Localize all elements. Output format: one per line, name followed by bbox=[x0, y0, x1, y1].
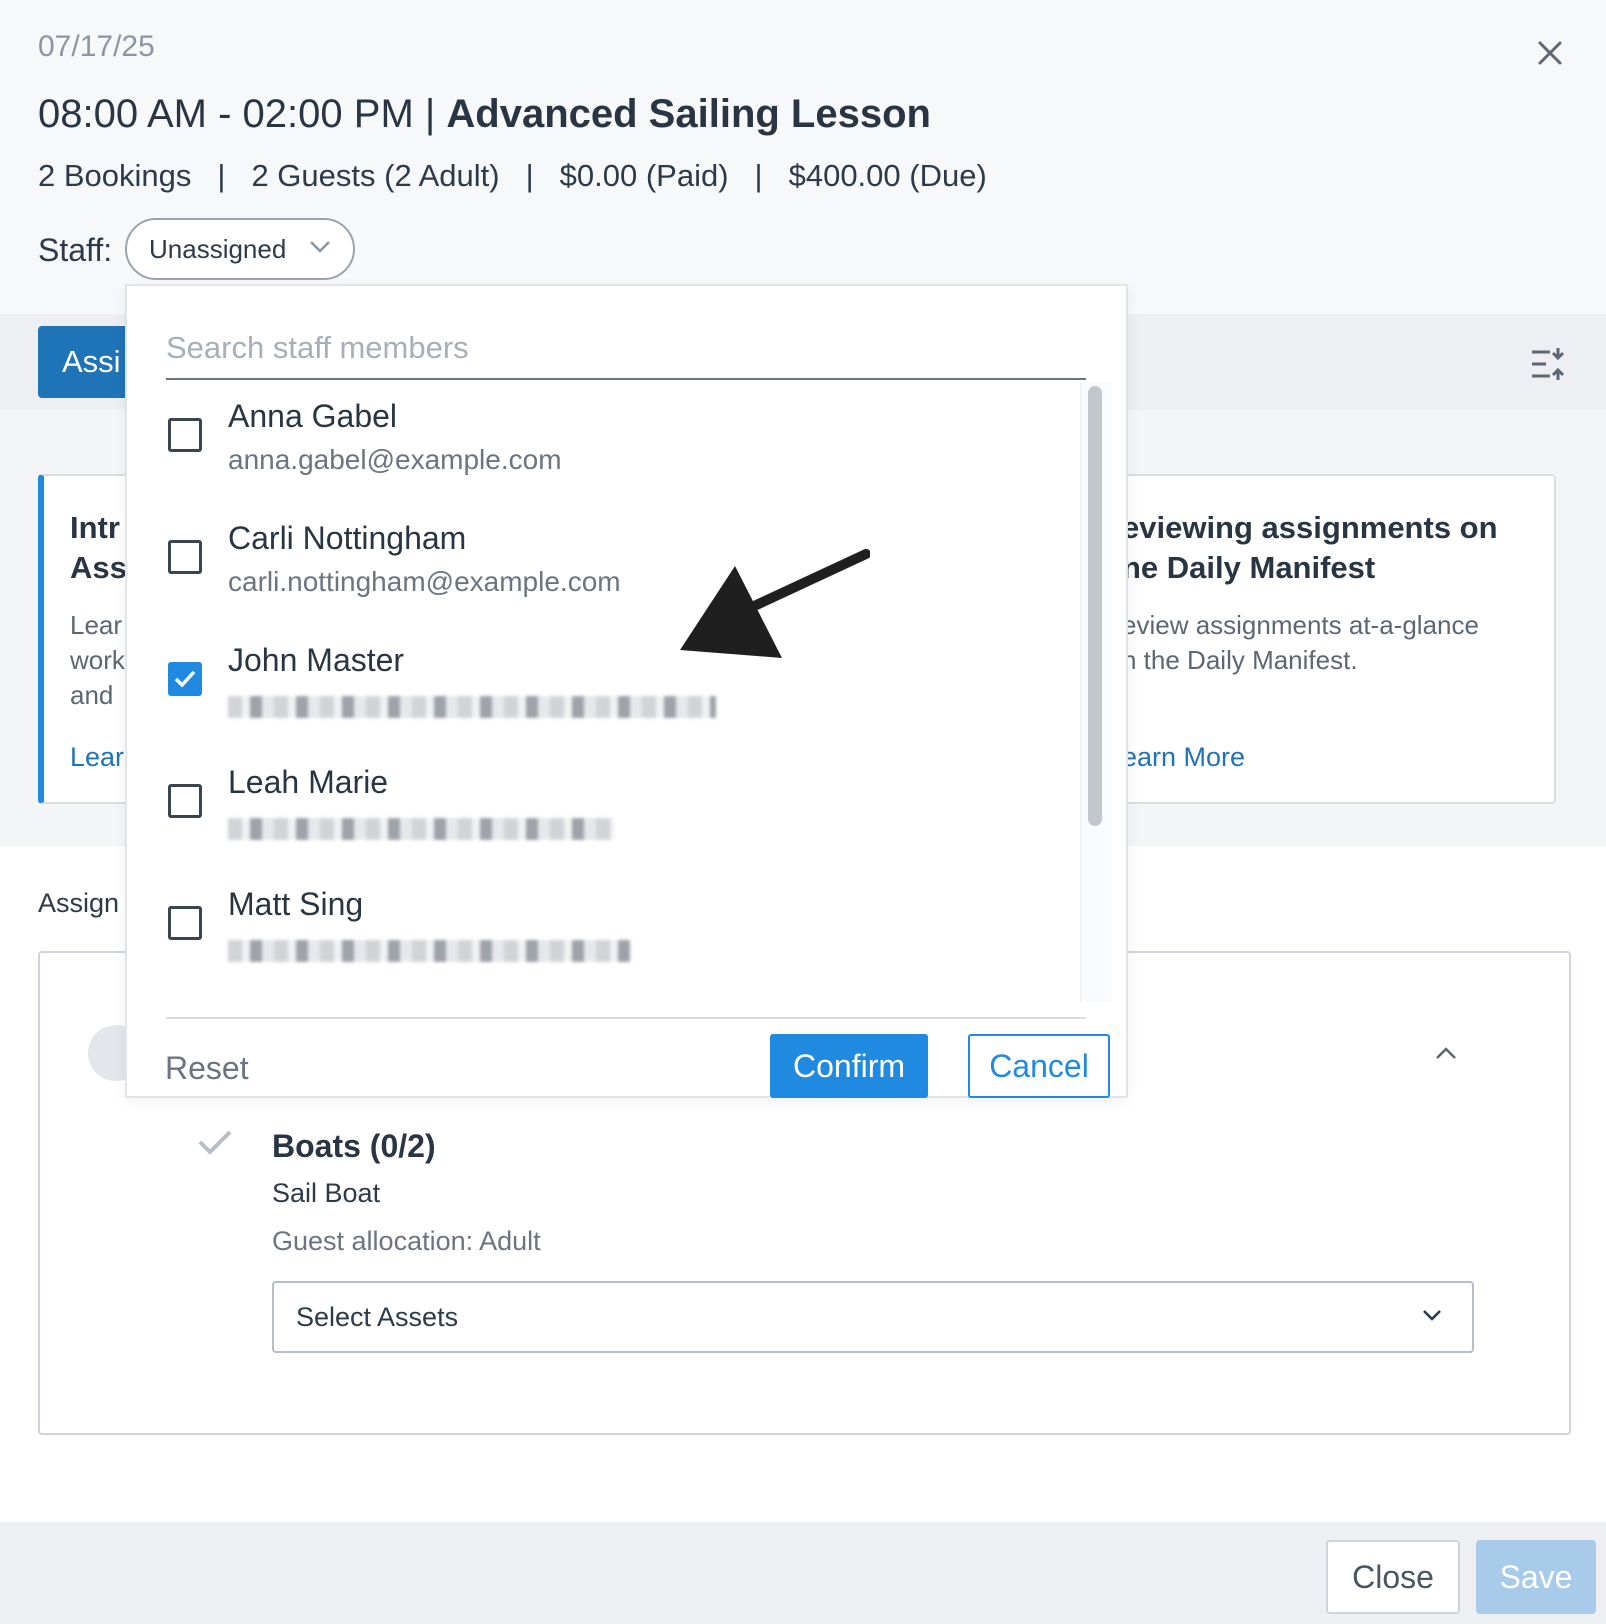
staff-option-matt-sing[interactable]: Matt Sing bbox=[166, 886, 1066, 1016]
boats-title: Boats (0/2) bbox=[272, 1128, 436, 1164]
staff-email: carli.nottingham@example.com bbox=[228, 566, 621, 597]
scrollbar-thumb[interactable] bbox=[1088, 386, 1102, 826]
dropdown-divider bbox=[166, 1017, 1086, 1019]
chevron-up-icon[interactable] bbox=[1435, 1046, 1457, 1060]
staff-option-leah-marie[interactable]: Leah Marie bbox=[166, 764, 1066, 894]
stats-separator: | bbox=[525, 158, 534, 193]
checkmark-icon bbox=[174, 670, 196, 688]
intro-card-learn-more-link[interactable]: Lear bbox=[70, 742, 124, 773]
guests-count: 2 Guests (2 Adult) bbox=[251, 158, 500, 193]
close-button[interactable]: Close bbox=[1326, 1540, 1460, 1614]
select-assets-placeholder: Select Assets bbox=[296, 1301, 459, 1332]
collapse-all-icon[interactable] bbox=[1530, 346, 1566, 382]
manifest-card-desc-line1: eview assignments at-a-glance bbox=[1122, 610, 1479, 640]
staff-option-john-master[interactable]: John Master bbox=[166, 642, 1066, 772]
reset-button[interactable]: Reset bbox=[165, 1050, 249, 1087]
checkbox[interactable] bbox=[168, 540, 202, 574]
chevron-down-icon bbox=[1423, 1310, 1441, 1321]
staff-email: anna.gabel@example.com bbox=[228, 444, 562, 475]
checkbox-checked[interactable] bbox=[168, 662, 202, 696]
save-button[interactable]: Save bbox=[1476, 1540, 1596, 1614]
confirm-button[interactable]: Confirm bbox=[770, 1034, 928, 1098]
intro-card-title-line1: Intr bbox=[70, 510, 120, 545]
event-name: Advanced Sailing Lesson bbox=[446, 92, 931, 136]
staff-name: Matt Sing bbox=[228, 886, 364, 922]
staff-select[interactable]: Unassigned bbox=[125, 218, 355, 280]
guest-allocation: Guest allocation: Adult bbox=[272, 1226, 541, 1256]
manifest-card-title-line1: eviewing assignments on bbox=[1122, 510, 1498, 545]
stats-separator: | bbox=[217, 158, 226, 193]
manifest-card-desc-line2: n the Daily Manifest. bbox=[1122, 645, 1358, 675]
staff-search-input[interactable] bbox=[166, 318, 1086, 380]
intro-card-desc-line2: work bbox=[70, 645, 125, 675]
cancel-button[interactable]: Cancel bbox=[968, 1034, 1110, 1098]
event-date: 07/17/25 bbox=[38, 30, 155, 63]
redacted-email bbox=[228, 940, 630, 962]
event-stats: 2 Bookings | 2 Guests (2 Adult) | $0.00 … bbox=[38, 158, 987, 194]
close-icon[interactable] bbox=[1532, 35, 1568, 71]
assignments-label: Assign bbox=[38, 888, 120, 918]
event-time-range: 08:00 AM - 02:00 PM | bbox=[38, 92, 447, 136]
checkbox[interactable] bbox=[168, 784, 202, 818]
checkmark-icon bbox=[198, 1130, 232, 1155]
staff-option-anna-gabel[interactable]: Anna Gabel anna.gabel@example.com bbox=[166, 398, 1066, 528]
staff-name: John Master bbox=[228, 642, 405, 678]
staff-name: Leah Marie bbox=[228, 764, 389, 800]
due-amount: $400.00 (Due) bbox=[788, 158, 987, 193]
redacted-email bbox=[228, 696, 716, 718]
manifest-card-title-line2: ne Daily Manifest bbox=[1122, 550, 1376, 585]
staff-label: Staff: bbox=[38, 232, 113, 268]
staff-name: Carli Nottingham bbox=[228, 520, 467, 556]
checkbox[interactable] bbox=[168, 906, 202, 940]
checkbox[interactable] bbox=[168, 418, 202, 452]
chevron-down-icon bbox=[310, 241, 330, 253]
annotation-arrow-icon bbox=[680, 549, 870, 658]
event-title: 08:00 AM - 02:00 PM | Advanced Sailing L… bbox=[38, 92, 931, 137]
intro-card-desc-line3: and bbox=[70, 680, 114, 710]
intro-card-title-line2: Ass bbox=[70, 550, 127, 585]
asset-type: Sail Boat bbox=[272, 1178, 381, 1208]
paid-amount: $0.00 (Paid) bbox=[559, 158, 729, 193]
select-assets-dropdown[interactable]: Select Assets bbox=[272, 1281, 1474, 1353]
manifest-card-learn-more-link[interactable]: earn More bbox=[1122, 742, 1245, 773]
staff-name: Anna Gabel bbox=[228, 398, 398, 434]
bookings-count: 2 Bookings bbox=[38, 158, 192, 193]
stats-separator: | bbox=[754, 158, 763, 193]
redacted-email bbox=[228, 818, 614, 840]
staff-option-carli-nottingham[interactable]: Carli Nottingham carli.nottingham@exampl… bbox=[166, 520, 1066, 650]
staff-select-value: Unassigned bbox=[149, 233, 287, 264]
intro-card-desc-line1: Lear bbox=[70, 610, 123, 640]
